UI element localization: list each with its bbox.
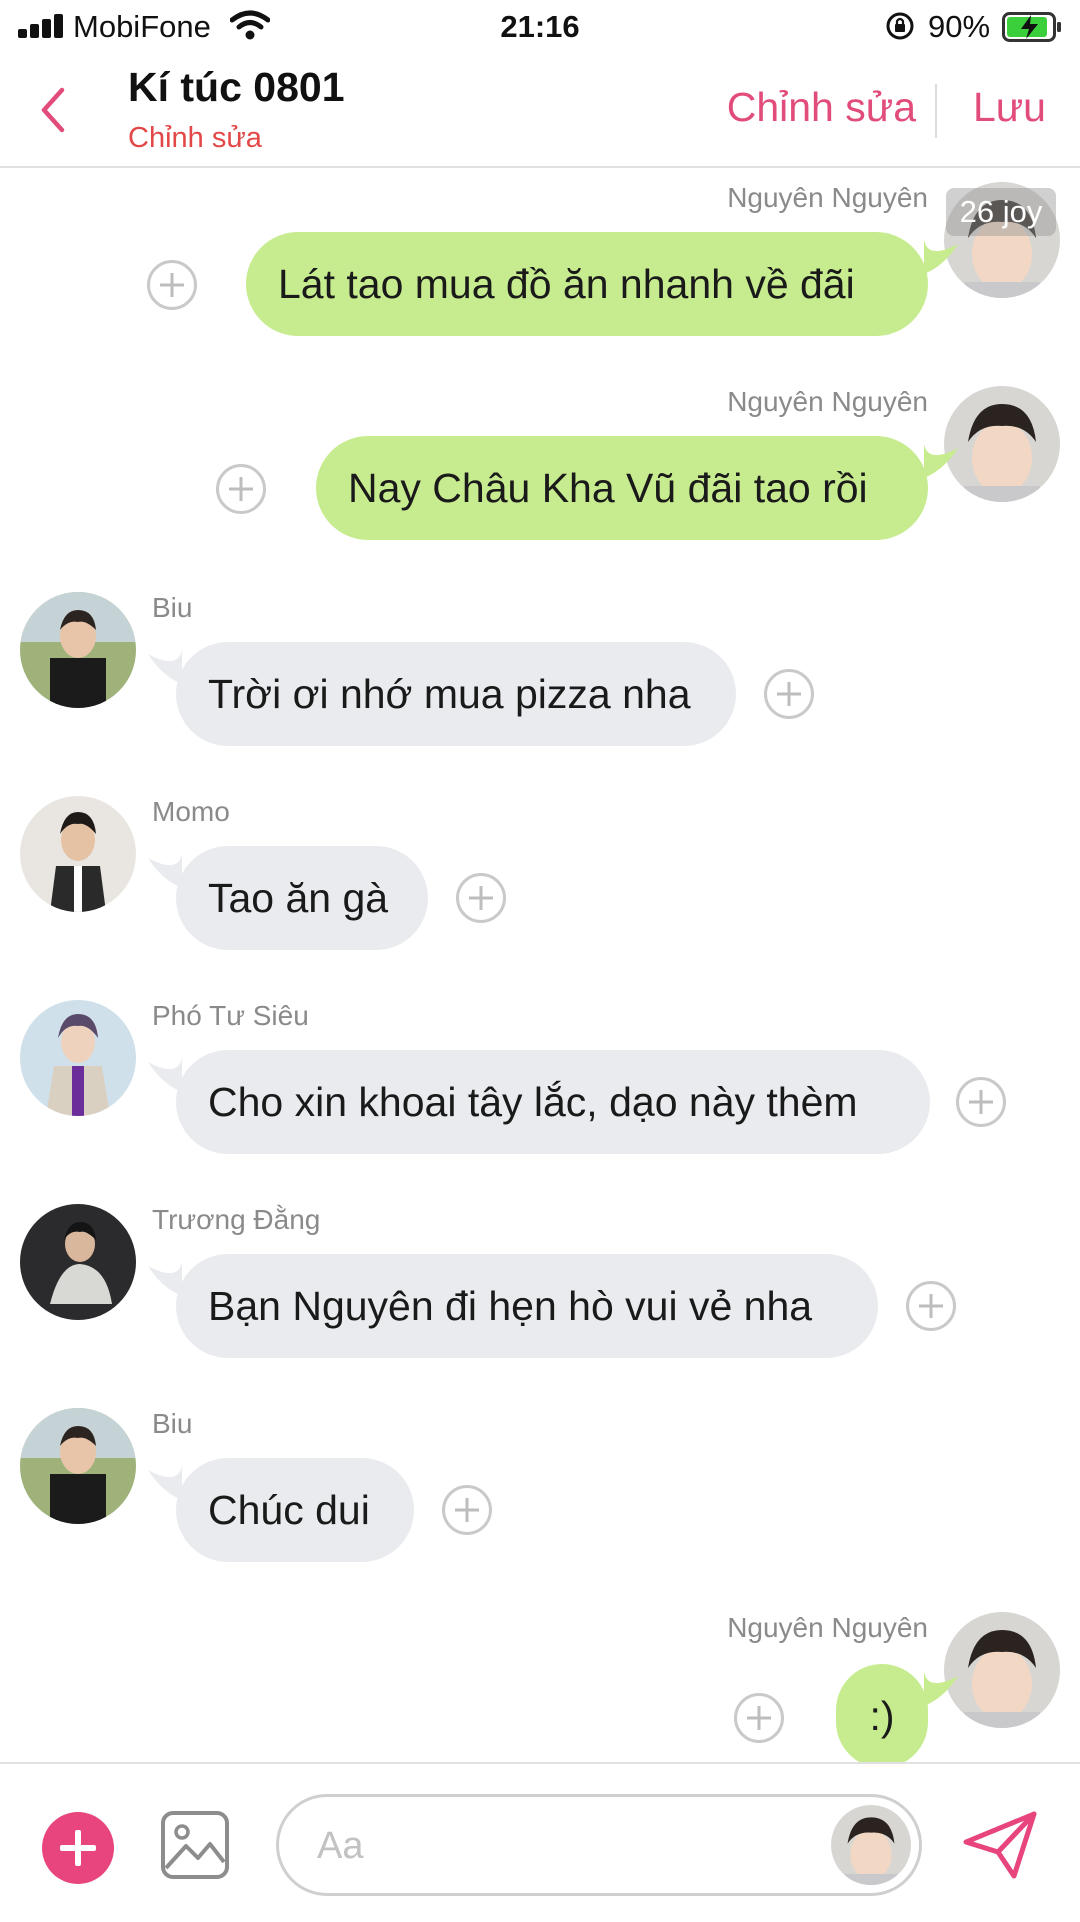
message-sender: Trương Đằng: [152, 1204, 321, 1235]
message-sender: Momo: [152, 796, 230, 827]
message-bubble[interactable]: Cho xin khoai tây lắc, dạo này thèm: [176, 1050, 930, 1154]
bubble-tail: [148, 1466, 182, 1500]
add-reaction-button[interactable]: [956, 1077, 1006, 1127]
edit-button[interactable]: Chỉnh sửa: [727, 84, 916, 131]
avatar[interactable]: [20, 1408, 136, 1524]
avatar[interactable]: [944, 1612, 1060, 1728]
message-sender: Phó Tư Siêu: [152, 1000, 309, 1031]
add-reaction-button[interactable]: [764, 669, 814, 719]
message-bubble[interactable]: Bạn Nguyên đi hẹn hò vui vẻ nha: [176, 1254, 878, 1358]
header-divider: [935, 84, 937, 138]
chat-header: Kí túc 0801 Chỉnh sửa Chỉnh sửa Lưu: [0, 56, 1080, 168]
bubble-tail: [148, 1058, 182, 1092]
message-bubble[interactable]: :): [836, 1664, 928, 1768]
image-icon[interactable]: [160, 1810, 230, 1880]
avatar[interactable]: [20, 1204, 136, 1320]
add-attachment-button[interactable]: [42, 1812, 114, 1884]
message-bubble[interactable]: Tao ăn gà: [176, 846, 428, 950]
message-sender: Biu: [152, 592, 193, 623]
battery-percent: 90%: [928, 9, 991, 44]
status-time: 21:16: [500, 9, 580, 44]
watermark: 26 joy: [946, 188, 1056, 236]
send-icon[interactable]: [962, 1810, 1038, 1880]
composer-avatar[interactable]: [831, 1805, 911, 1885]
add-reaction-button[interactable]: [442, 1485, 492, 1535]
chat-subtitle[interactable]: Chỉnh sửa: [128, 122, 262, 155]
message-sender: Nguyên Nguyên: [727, 182, 928, 213]
bubble-tail: [924, 444, 958, 478]
avatar[interactable]: [20, 796, 136, 912]
bubble-tail: [148, 854, 182, 888]
save-button[interactable]: Lưu: [973, 84, 1046, 131]
message-bubble[interactable]: Chúc dui: [176, 1458, 414, 1562]
message-sender: Nguyên Nguyên: [727, 1612, 928, 1643]
status-bar: MobiFone 21:16 90%: [0, 0, 1080, 56]
message-sender: Nguyên Nguyên: [727, 386, 928, 417]
add-reaction-button[interactable]: [456, 873, 506, 923]
avatar[interactable]: [944, 386, 1060, 502]
message-bubble[interactable]: Trời ơi nhớ mua pizza nha: [176, 642, 736, 746]
bubble-tail: [148, 1262, 182, 1296]
add-reaction-button[interactable]: [216, 464, 266, 514]
chat-title: Kí túc 0801: [128, 64, 345, 110]
add-reaction-button[interactable]: [147, 260, 197, 310]
bubble-tail: [924, 1672, 958, 1706]
add-reaction-button[interactable]: [906, 1281, 956, 1331]
orientation-lock-icon: [886, 12, 914, 40]
back-chevron-icon[interactable]: [38, 84, 68, 136]
composer-bar: Aa: [0, 1762, 1080, 1922]
message-input[interactable]: Aa: [276, 1794, 922, 1896]
avatar[interactable]: [20, 1000, 136, 1116]
bubble-tail: [148, 650, 182, 684]
message-input-placeholder: Aa: [317, 1825, 364, 1867]
message-bubble[interactable]: Nay Châu Kha Vũ đãi tao rồi: [316, 436, 928, 540]
bubble-tail: [924, 240, 958, 274]
battery-charging-icon: [1002, 12, 1061, 42]
message-sender: Biu: [152, 1408, 193, 1439]
avatar[interactable]: [20, 592, 136, 708]
message-bubble[interactable]: Lát tao mua đồ ăn nhanh về đãi: [246, 232, 928, 336]
add-reaction-button[interactable]: [734, 1693, 784, 1743]
